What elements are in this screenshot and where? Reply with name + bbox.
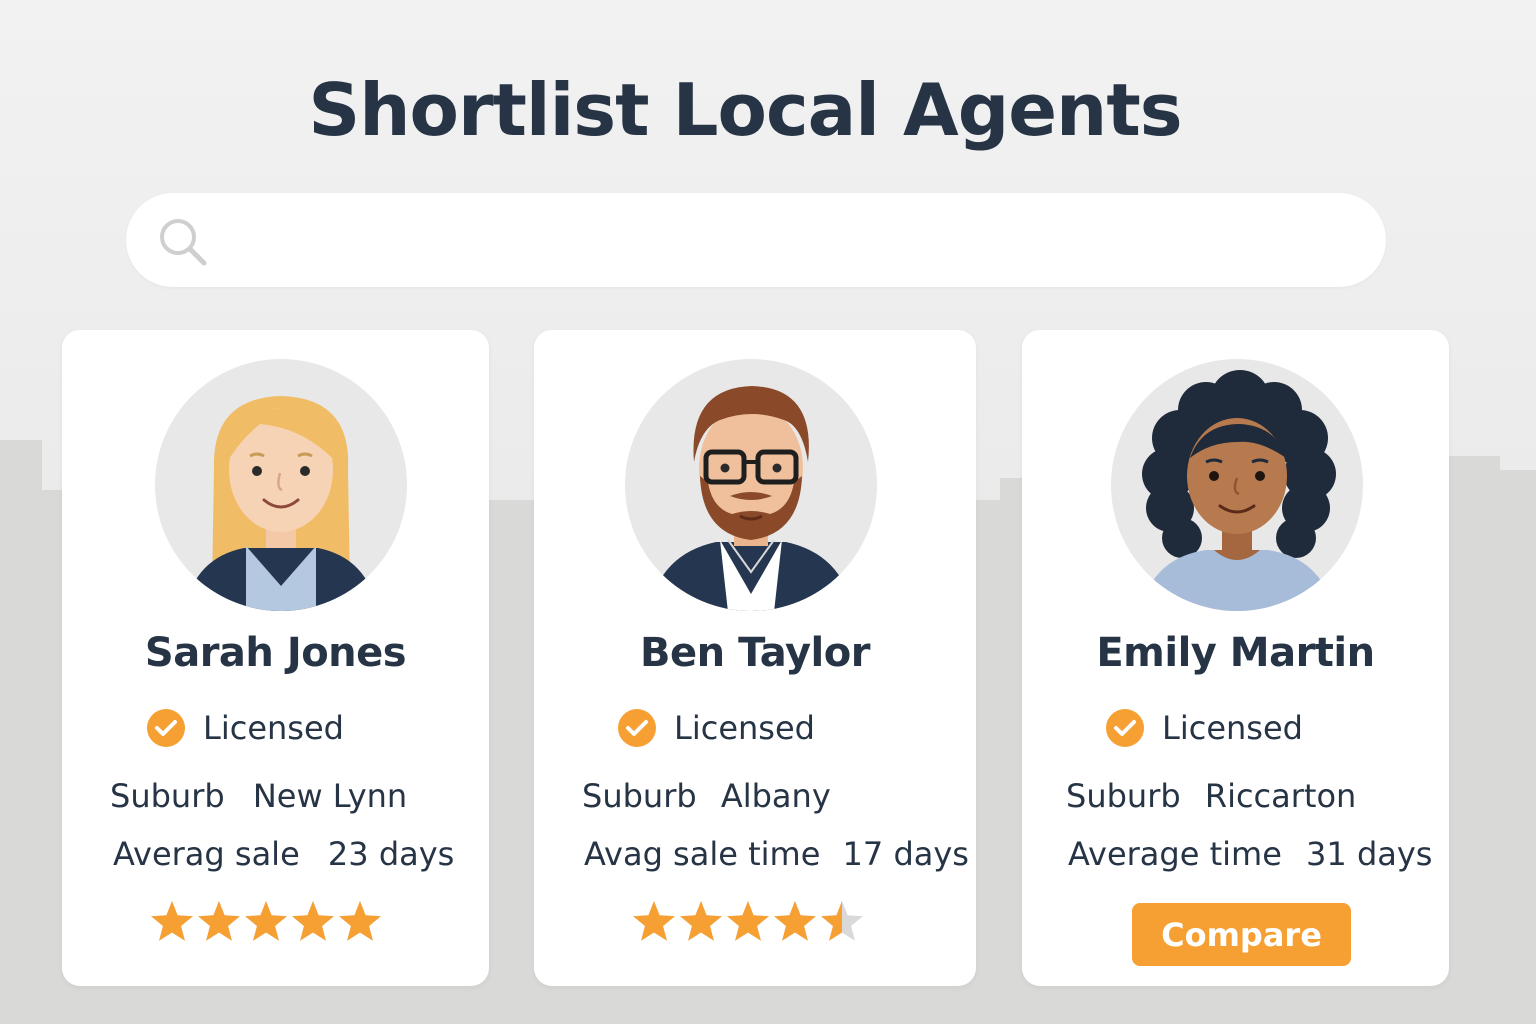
agent-name: Ben Taylor xyxy=(640,630,870,676)
agent-name: Emily Martin xyxy=(1096,630,1375,676)
licensed-label: Licensed xyxy=(1162,709,1303,747)
avatar xyxy=(155,359,407,611)
check-circle-icon xyxy=(618,709,656,747)
licensed-label: Licensed xyxy=(674,709,815,747)
star-rating xyxy=(151,901,381,941)
licensed-label: Licensed xyxy=(203,709,344,747)
star-icon xyxy=(151,901,193,941)
star-icon xyxy=(680,901,722,941)
sale-time-row: Averag sale 23 days xyxy=(113,835,454,873)
search-input[interactable] xyxy=(226,213,1350,269)
star-icon xyxy=(292,901,334,941)
star-icon xyxy=(774,901,816,941)
search-bar[interactable] xyxy=(126,193,1386,287)
agent-card[interactable]: Emily Martin Licensed Suburb Riccarton A… xyxy=(1022,330,1449,986)
avatar xyxy=(1111,359,1363,611)
licensed-badge: Licensed xyxy=(1106,706,1303,750)
agent-name: Sarah Jones xyxy=(144,630,407,676)
sale-time-value: 17 days xyxy=(842,835,969,873)
sale-time-label: Avag sale time xyxy=(584,835,821,873)
suburb-label: Suburb xyxy=(1066,777,1181,815)
sale-time-label: Average time xyxy=(1068,835,1282,873)
suburb-value: Albany xyxy=(720,777,831,815)
suburb-label: Suburb xyxy=(110,777,225,815)
suburb-row: Suburb New Lynn xyxy=(110,777,407,815)
star-icon xyxy=(633,901,675,941)
star-icon xyxy=(821,901,863,941)
suburb-row: Suburb Riccarton xyxy=(1066,777,1356,815)
check-circle-icon xyxy=(147,709,185,747)
agent-card[interactable]: Sarah Jones Licensed Suburb New Lynn Ave… xyxy=(62,330,489,986)
suburb-value: Riccarton xyxy=(1204,777,1357,815)
sale-time-value: 31 days xyxy=(1306,835,1433,873)
check-circle-icon xyxy=(1106,709,1144,747)
licensed-badge: Licensed xyxy=(147,706,344,750)
suburb-value: New Lynn xyxy=(252,777,408,815)
sale-time-value: 23 days xyxy=(327,835,455,873)
sale-time-row: Avag sale time 17 days xyxy=(584,835,969,873)
search-icon xyxy=(160,219,207,266)
suburb-label: Suburb xyxy=(582,777,697,815)
star-rating xyxy=(633,901,863,941)
star-icon xyxy=(727,901,769,941)
star-icon xyxy=(339,901,381,941)
sale-time-label: Averag sale xyxy=(113,835,300,873)
sale-time-row: Average time 31 days xyxy=(1068,835,1432,873)
page-title: Shortlist Local Agents xyxy=(308,68,1182,152)
star-icon xyxy=(198,901,240,941)
star-icon xyxy=(245,901,287,941)
licensed-badge: Licensed xyxy=(618,706,815,750)
suburb-row: Suburb Albany xyxy=(582,777,831,815)
agent-card[interactable]: Ben Taylor Licensed Suburb Albany Avag s… xyxy=(534,330,976,986)
compare-button[interactable]: Compare xyxy=(1132,903,1351,966)
avatar xyxy=(625,359,877,611)
